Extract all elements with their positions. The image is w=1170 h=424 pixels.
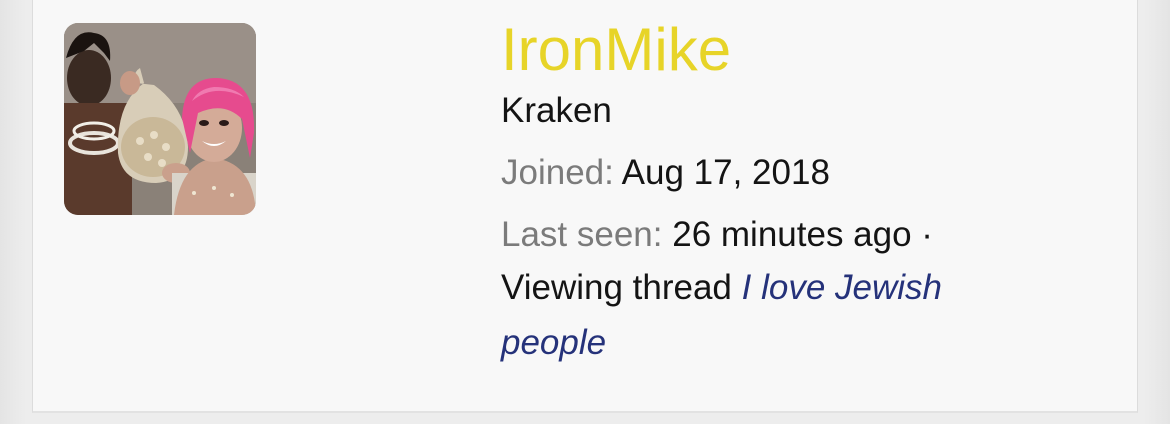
- member-tooltip-page: IronMike Kraken Joined: Aug 17, 2018 Las…: [0, 0, 1170, 424]
- member-card: IronMike Kraken Joined: Aug 17, 2018 Las…: [32, 0, 1138, 413]
- last-seen-label: Last seen:: [501, 215, 663, 254]
- last-seen-time: 26 minutes ago: [672, 215, 912, 254]
- user-title: Kraken: [501, 91, 612, 130]
- member-info: IronMike Kraken Joined: Aug 17, 2018 Las…: [501, 14, 1021, 370]
- activity-prefix: Viewing thread: [501, 268, 732, 307]
- joined-label: Joined:: [501, 153, 614, 192]
- avatar[interactable]: [64, 23, 256, 215]
- avatar-image: [64, 23, 256, 215]
- username-link[interactable]: IronMike: [501, 14, 1021, 86]
- joined-date: Aug 17, 2018: [621, 153, 830, 192]
- last-seen-row: Last seen: 26 minutes ago ·: [501, 212, 1021, 258]
- current-activity: Viewing thread I love Jewish people: [501, 260, 1021, 370]
- joined-row: Joined: Aug 17, 2018: [501, 150, 1021, 196]
- separator-dot: ·: [921, 215, 933, 254]
